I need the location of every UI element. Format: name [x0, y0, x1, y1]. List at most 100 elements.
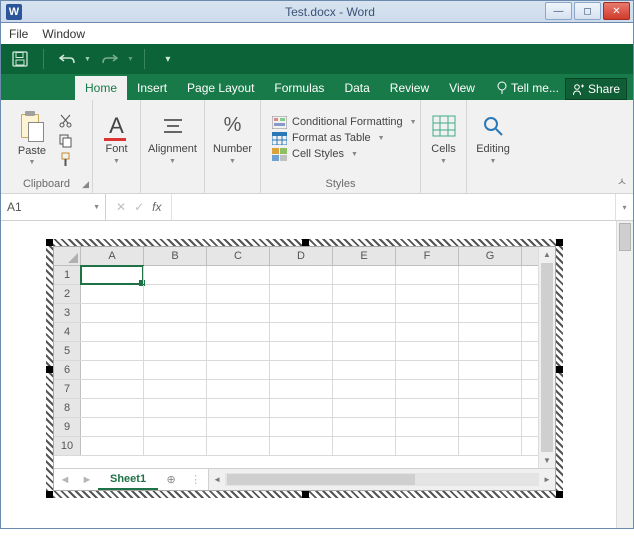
scroll-right-icon[interactable]: ► [539, 475, 555, 484]
cell[interactable] [270, 285, 333, 303]
tab-nav-next[interactable]: ► [76, 469, 98, 490]
cell[interactable] [459, 285, 522, 303]
collapse-ribbon-button[interactable]: ㅅ [617, 173, 627, 189]
menu-file[interactable]: File [9, 27, 28, 41]
cell[interactable] [207, 342, 270, 360]
save-button[interactable] [7, 47, 33, 71]
cell-styles-button[interactable]: Cell Styles▼ [271, 147, 417, 161]
cell[interactable] [81, 418, 144, 436]
redo-dropdown[interactable]: ▼ [127, 56, 134, 63]
row-header[interactable]: 4 [54, 323, 81, 341]
cell[interactable] [144, 399, 207, 417]
name-box[interactable]: A1▼ [1, 194, 106, 220]
embedded-object[interactable]: A B C D E F G 1 2 [46, 239, 563, 498]
col-header[interactable]: E [333, 247, 396, 265]
cell[interactable] [270, 399, 333, 417]
add-sheet-button[interactable]: ⊕ [158, 469, 184, 490]
editing-button[interactable]: Editing ▼ [470, 109, 516, 168]
cell[interactable] [207, 304, 270, 322]
word-vertical-scrollbar[interactable] [616, 221, 633, 528]
number-button[interactable]: % Number ▼ [207, 109, 258, 168]
cell[interactable] [333, 266, 396, 284]
tab-data[interactable]: Data [334, 76, 379, 100]
cell[interactable] [459, 266, 522, 284]
cell[interactable] [270, 323, 333, 341]
cell[interactable] [207, 361, 270, 379]
cell[interactable] [144, 342, 207, 360]
cell[interactable] [144, 380, 207, 398]
cell[interactable] [333, 285, 396, 303]
cut-button[interactable] [56, 113, 74, 129]
conditional-formatting-button[interactable]: Conditional Formatting▼ [271, 115, 417, 129]
cell[interactable] [207, 380, 270, 398]
tab-splitter[interactable]: ⋮ [184, 469, 208, 490]
formula-input[interactable] [172, 194, 615, 220]
qat-customize[interactable]: ▾ [155, 47, 181, 71]
cell[interactable] [459, 437, 522, 455]
cell[interactable] [333, 437, 396, 455]
format-painter-button[interactable] [56, 151, 74, 167]
cell[interactable] [333, 361, 396, 379]
cell[interactable] [270, 380, 333, 398]
cell[interactable] [396, 380, 459, 398]
row-header[interactable]: 10 [54, 437, 81, 455]
font-button[interactable]: A Font ▼ [96, 109, 138, 168]
expand-formula-bar[interactable]: ▾ [615, 194, 633, 220]
cell[interactable] [459, 304, 522, 322]
menu-window[interactable]: Window [42, 27, 85, 41]
cell[interactable] [333, 399, 396, 417]
row-header[interactable]: 9 [54, 418, 81, 436]
cell[interactable] [333, 380, 396, 398]
cell[interactable] [459, 418, 522, 436]
cell[interactable] [270, 361, 333, 379]
cell[interactable] [333, 304, 396, 322]
cell[interactable] [144, 266, 207, 284]
tab-review[interactable]: Review [380, 76, 439, 100]
cell[interactable] [396, 342, 459, 360]
row-header[interactable]: 3 [54, 304, 81, 322]
cell[interactable] [81, 342, 144, 360]
cell[interactable] [396, 437, 459, 455]
cell[interactable] [207, 437, 270, 455]
cell[interactable] [459, 380, 522, 398]
cell[interactable] [270, 418, 333, 436]
tell-me[interactable]: Tell me... [490, 76, 565, 100]
cell[interactable] [396, 418, 459, 436]
cell[interactable] [207, 266, 270, 284]
cell[interactable] [81, 399, 144, 417]
tab-insert[interactable]: Insert [127, 76, 177, 100]
tab-formulas[interactable]: Formulas [264, 76, 334, 100]
select-all-corner[interactable] [54, 247, 81, 265]
cell[interactable] [81, 285, 144, 303]
cell[interactable] [144, 323, 207, 341]
minimize-button[interactable]: ― [545, 2, 572, 20]
cell[interactable] [270, 342, 333, 360]
scroll-left-icon[interactable]: ◄ [209, 475, 225, 484]
share-button[interactable]: Share [565, 78, 627, 100]
cell[interactable] [207, 323, 270, 341]
row-header[interactable]: 2 [54, 285, 81, 303]
enter-button[interactable]: ✓ [134, 200, 144, 214]
sheet-tab[interactable]: Sheet1 [98, 469, 158, 490]
alignment-button[interactable]: Alignment ▼ [142, 109, 203, 168]
horizontal-scrollbar[interactable]: ◄ ► [208, 469, 555, 490]
row-header[interactable]: 6 [54, 361, 81, 379]
cell[interactable] [333, 418, 396, 436]
cell[interactable] [333, 342, 396, 360]
cell[interactable] [144, 418, 207, 436]
row-header[interactable]: 8 [54, 399, 81, 417]
cell[interactable] [459, 342, 522, 360]
col-header[interactable]: A [81, 247, 144, 265]
cell[interactable] [81, 361, 144, 379]
undo-button[interactable] [54, 47, 80, 71]
redo-button[interactable] [97, 47, 123, 71]
vertical-scrollbar[interactable]: ▲ ▼ [538, 247, 555, 468]
cell[interactable] [396, 361, 459, 379]
cell[interactable] [81, 380, 144, 398]
cell[interactable] [459, 399, 522, 417]
insert-function-button[interactable]: fx [152, 200, 161, 214]
col-header[interactable]: D [270, 247, 333, 265]
cell[interactable] [270, 266, 333, 284]
cell[interactable] [144, 285, 207, 303]
cells-button[interactable]: Cells ▼ [423, 109, 465, 168]
